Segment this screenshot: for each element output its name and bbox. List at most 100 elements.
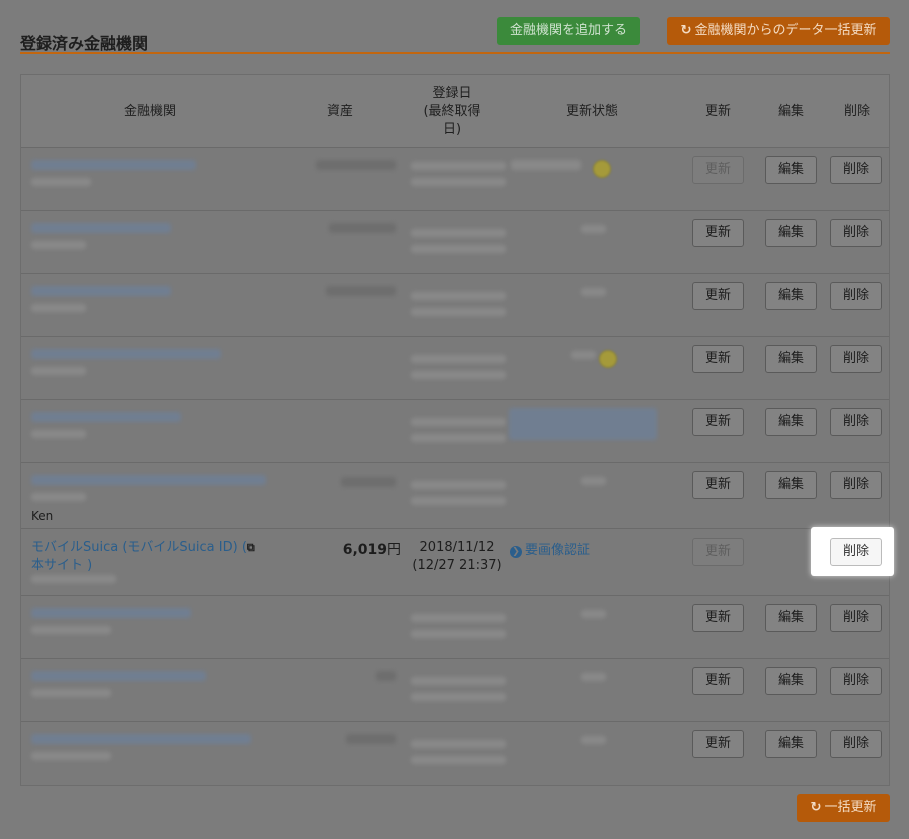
update-button[interactable]: 更新: [692, 471, 744, 499]
column-header-assets: 資産: [326, 103, 353, 119]
institutions-table: 金融機関 資産 登録日 (最終取得 日) 更新状態 更新 編集 削除 更新 編集…: [20, 74, 890, 786]
update-button[interactable]: 更新: [692, 667, 744, 695]
update-button[interactable]: 更新: [692, 730, 744, 758]
blurred-asset: [346, 734, 396, 744]
edit-button[interactable]: 編集: [765, 345, 817, 373]
blurred-date: [411, 614, 506, 622]
asset-amount: 6,019円: [342, 542, 401, 558]
blurred-status: [581, 225, 606, 233]
blurred-status: [581, 288, 606, 296]
table-row: 更新 編集 削除: [21, 148, 889, 211]
section-header: 登録済み金融機関 金融機関を追加する ↻ 金融機関からのデータ一括更新: [20, 12, 890, 54]
edit-button[interactable]: 編集: [765, 156, 817, 184]
table-row: 更新 編集 削除: [21, 211, 889, 274]
blurred-date-last: [411, 693, 506, 701]
blurred-date-last: [411, 630, 506, 638]
update-button[interactable]: 更新: [692, 219, 744, 247]
blurred-date: [411, 740, 506, 748]
blurred-asset: [326, 286, 396, 296]
blurred-date-last: [411, 308, 506, 316]
column-header-status: 更新状態: [565, 103, 618, 119]
column-header-date: 登録日 (最終取得 日): [423, 85, 481, 137]
blurred-date: [411, 229, 506, 237]
new-window-icon: ⧉: [246, 541, 255, 554]
page-title: 登録済み金融機関: [20, 34, 149, 53]
edit-button[interactable]: 編集: [765, 219, 817, 247]
blurred-institution-name: [31, 608, 191, 618]
blurred-status: [511, 160, 581, 170]
update-button[interactable]: 更新: [692, 538, 744, 566]
edit-button[interactable]: 編集: [765, 471, 817, 499]
blurred-date: [411, 355, 506, 363]
delete-button[interactable]: 削除: [830, 667, 882, 695]
institution-name-link[interactable]: モバイルSuica (モバイルSuica ID) (⧉ 本サイト ): [31, 539, 271, 575]
edit-button[interactable]: 編集: [765, 604, 817, 632]
blurred-status: [581, 477, 606, 485]
table-row: 更新 編集 削除: [21, 337, 889, 400]
blurred-date-last: [411, 245, 506, 253]
bulk-update-all-button[interactable]: ↻ 金融機関からのデータ一括更新: [667, 17, 890, 45]
blurred-institution-name: [31, 160, 196, 170]
bulk-update-button[interactable]: ↻ 一括更新: [797, 794, 890, 822]
blurred-date-last: [411, 178, 506, 186]
refresh-icon: ↻: [810, 800, 822, 815]
edit-button[interactable]: 編集: [765, 730, 817, 758]
add-institution-button[interactable]: 金融機関を追加する: [497, 17, 640, 45]
delete-button[interactable]: 削除: [830, 156, 882, 184]
blurred-status: [581, 610, 606, 618]
column-header-edit: 編集: [777, 103, 804, 119]
blurred-account-owner: [31, 575, 116, 583]
edit-button[interactable]: 編集: [765, 282, 817, 310]
edit-button[interactable]: 編集: [765, 667, 817, 695]
update-button[interactable]: 更新: [692, 345, 744, 373]
coin-icon: [599, 350, 617, 368]
blurred-date-last: [411, 434, 506, 442]
delete-button[interactable]: 削除: [830, 471, 882, 499]
update-button[interactable]: 更新: [692, 156, 744, 184]
blurred-account-owner: [31, 178, 91, 186]
image-auth-required-link[interactable]: ❯ 要画像認証: [510, 539, 590, 558]
blurred-date: [411, 481, 506, 489]
refresh-icon: ↻: [680, 23, 692, 38]
blurred-asset: [316, 160, 396, 170]
delete-button-mobile-suica[interactable]: 削除: [830, 538, 882, 566]
blurred-status: [571, 351, 596, 359]
blurred-account-owner: [31, 626, 111, 634]
table-row: 更新 編集 削除: [21, 400, 889, 463]
blurred-date: [411, 292, 506, 300]
blurred-account-owner: [31, 752, 111, 760]
blurred-institution-name: [31, 734, 251, 744]
blurred-account-owner: [31, 367, 86, 375]
table-row: 更新 編集 削除: [21, 659, 889, 722]
blurred-institution-name: [31, 475, 266, 485]
table-row: 更新 編集 削除: [21, 274, 889, 337]
blurred-status-banner: [509, 408, 657, 440]
account-owner: Ken: [31, 509, 54, 523]
column-header-institution: 金融機関: [123, 103, 176, 119]
blurred-asset: [376, 671, 396, 681]
update-button[interactable]: 更新: [692, 604, 744, 632]
blurred-status: [581, 736, 606, 744]
blurred-account-number: [31, 493, 86, 501]
blurred-institution-name: [31, 223, 171, 233]
blurred-account-owner: [31, 304, 86, 312]
edit-button[interactable]: 編集: [765, 408, 817, 436]
page-overlay: 登録済み金融機関 金融機関を追加する ↻ 金融機関からのデータ一括更新 金融機関 …: [0, 0, 909, 839]
delete-button[interactable]: 削除: [830, 282, 882, 310]
table-row-mobile-suica: モバイルSuica (モバイルSuica ID) (⧉ 本サイト ) 6,019…: [21, 529, 889, 596]
update-button[interactable]: 更新: [692, 408, 744, 436]
delete-button[interactable]: 削除: [830, 730, 882, 758]
delete-button[interactable]: 削除: [830, 345, 882, 373]
blurred-institution-name: [31, 349, 221, 359]
blurred-date: [411, 162, 506, 170]
delete-button[interactable]: 削除: [830, 408, 882, 436]
column-header-update: 更新: [704, 103, 731, 119]
delete-button[interactable]: 削除: [830, 604, 882, 632]
blurred-asset: [329, 223, 396, 233]
delete-button[interactable]: 削除: [830, 219, 882, 247]
spotlight-highlight: 削除: [811, 527, 894, 576]
blurred-account-owner: [31, 689, 111, 697]
update-button[interactable]: 更新: [692, 282, 744, 310]
blurred-date: [411, 677, 506, 685]
blurred-date-last: [411, 497, 506, 505]
